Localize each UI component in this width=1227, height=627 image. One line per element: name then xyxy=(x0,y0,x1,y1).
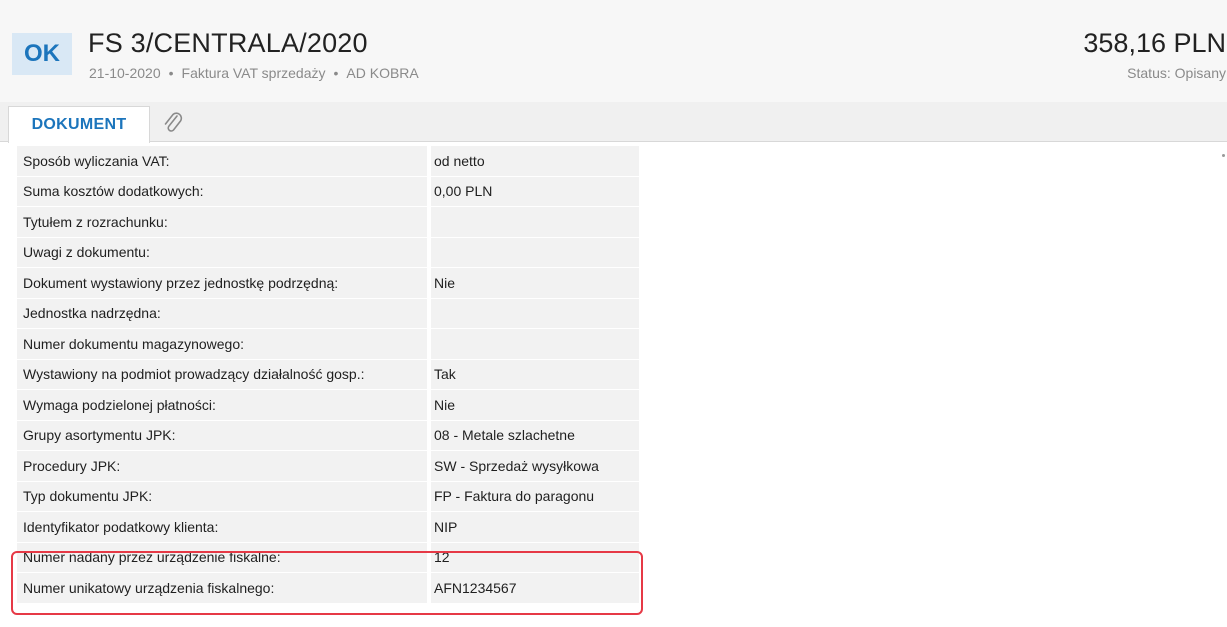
property-row: Wymaga podzielonej płatności: Nie xyxy=(17,390,639,421)
scroll-indicator xyxy=(1222,154,1225,157)
property-row: Tytułem z rozrachunku: xyxy=(17,207,639,238)
property-label: Wymaga podzielonej płatności: xyxy=(17,390,427,421)
property-label: Jednostka nadrzędna: xyxy=(17,298,427,329)
property-value: Nie xyxy=(431,268,639,299)
property-row: Numer unikatowy urządzenia fiskalnego: AF… xyxy=(17,573,639,604)
document-type: Faktura VAT sprzedaży xyxy=(181,65,326,81)
property-row: Numer nadany przez urządzenie fiskalne: 1… xyxy=(17,542,639,573)
property-label: Procedury JPK: xyxy=(17,451,427,482)
paperclip-icon[interactable] xyxy=(160,110,186,136)
property-label: Grupy asortymentu JPK: xyxy=(17,420,427,451)
property-row: Numer dokumentu magazynowego: xyxy=(17,329,639,360)
property-value xyxy=(431,237,639,268)
property-label: Suma kosztów dodatkowych: xyxy=(17,176,427,207)
property-label: Dokument wystawiony przez jednostkę podr… xyxy=(17,268,427,299)
property-value: Nie xyxy=(431,390,639,421)
property-row: Identyfikator podatkowy klienta: NIP xyxy=(17,512,639,543)
property-label: Identyfikator podatkowy klienta: xyxy=(17,512,427,543)
property-value: FP - Faktura do paragonu xyxy=(431,481,639,512)
property-row: Procedury JPK: SW - Sprzedaż wysyłkowa xyxy=(17,451,639,482)
document-amount: 358,16 PLN xyxy=(1083,28,1226,58)
property-value: od netto xyxy=(431,146,639,177)
property-row: Suma kosztów dodatkowych: 0,00 PLN xyxy=(17,176,639,207)
separator-dot: • xyxy=(168,65,174,81)
property-value: 08 - Metale szlachetne xyxy=(431,420,639,451)
property-value: AFN1234567 xyxy=(431,573,639,604)
property-value: SW - Sprzedaż wysyłkowa xyxy=(431,451,639,482)
property-value: 0,00 PLN xyxy=(431,176,639,207)
contractor-name: AD KOBRA xyxy=(346,65,419,81)
document-subtitle: 21-10-2020 • Faktura VAT sprzedaży • AD KOBR… xyxy=(89,65,419,81)
property-row: Dokument wystawiony przez jednostkę podr… xyxy=(17,268,639,299)
document-properties-list: Sposób wyliczania VAT: od netto Suma koszt… xyxy=(17,146,639,604)
document-status: Status: Opisany xyxy=(1127,65,1226,81)
property-value: Tak xyxy=(431,359,639,390)
property-value: 12 xyxy=(431,542,639,573)
document-title: FS 3/CENTRALA/2020 xyxy=(88,28,368,58)
document-date: 21-10-2020 xyxy=(89,65,161,81)
property-label: Typ dokumentu JPK: xyxy=(17,481,427,512)
property-row: Sposób wyliczania VAT: od netto xyxy=(17,146,639,177)
property-row: Jednostka nadrzędna: xyxy=(17,298,639,329)
tab-dokument[interactable]: DOKUMENT xyxy=(8,106,150,143)
document-header: OK FS 3/CENTRALA/2020 21-10-2020 • Faktura… xyxy=(0,0,1227,102)
property-row: Uwagi z dokumentu: xyxy=(17,237,639,268)
property-row: Wystawiony na podmiot prowadzący działal… xyxy=(17,359,639,390)
property-label: Numer dokumentu magazynowego: xyxy=(17,329,427,360)
property-value xyxy=(431,298,639,329)
property-label: Wystawiony na podmiot prowadzący działal… xyxy=(17,359,427,390)
property-label: Numer nadany przez urządzenie fiskalne: xyxy=(17,542,427,573)
property-label: Tytułem z rozrachunku: xyxy=(17,207,427,238)
property-row: Typ dokumentu JPK: FP - Faktura do parago… xyxy=(17,481,639,512)
property-label: Uwagi z dokumentu: xyxy=(17,237,427,268)
status-badge: OK xyxy=(12,33,72,75)
property-label: Sposób wyliczania VAT: xyxy=(17,146,427,177)
property-label: Numer unikatowy urządzenia fiskalnego: xyxy=(17,573,427,604)
property-value xyxy=(431,329,639,360)
property-value: NIP xyxy=(431,512,639,543)
property-row: Grupy asortymentu JPK: 08 - Metale szlach… xyxy=(17,420,639,451)
separator-dot: • xyxy=(333,65,339,81)
property-value xyxy=(431,207,639,238)
